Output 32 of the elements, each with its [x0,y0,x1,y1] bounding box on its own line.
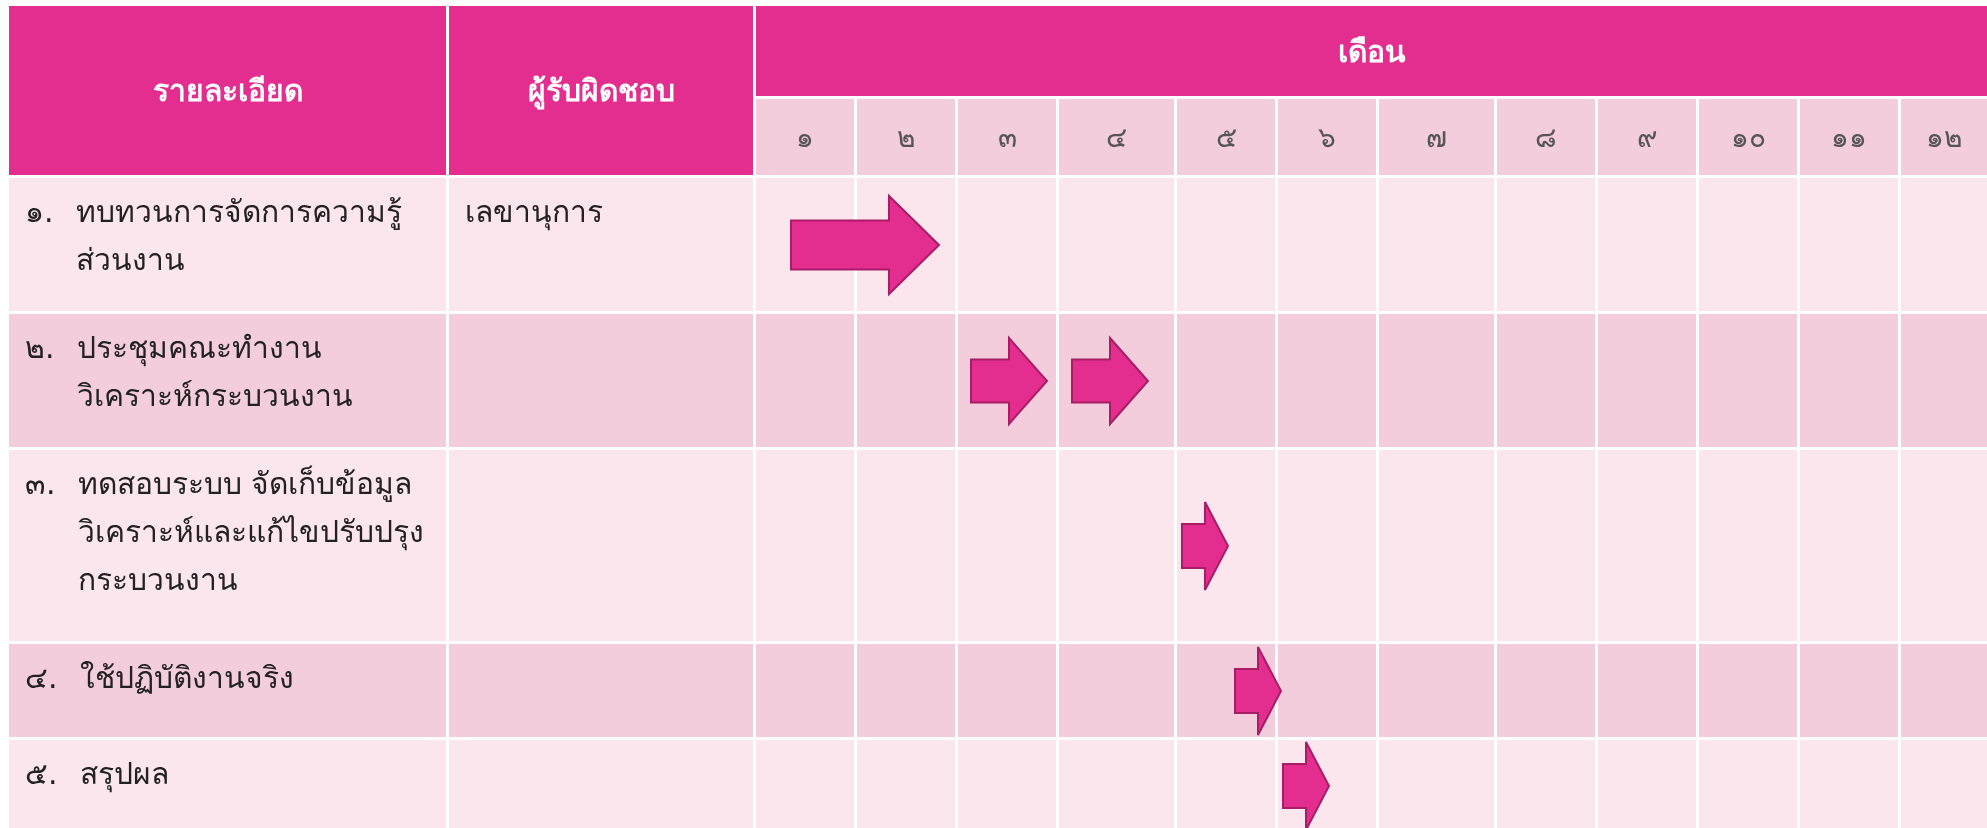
arrow-icon [970,336,1048,425]
task-description: ใช้ปฏิบัติงานจริง [79,659,294,697]
month-header: ๑๒ [1901,99,1987,175]
arrow-icon [1071,336,1149,425]
month-header: ๑๑ [1800,99,1898,175]
month-header: ๘ [1497,99,1595,175]
item-number: ๑. [25,193,54,231]
month-header: ๙ [1598,99,1696,175]
item-number: ๔. [25,659,58,697]
month-header: ๔ [1059,99,1174,175]
month-header: ๖ [1278,99,1376,175]
arrow-icon [1181,500,1229,591]
month-header: ๗ [1379,99,1494,175]
month-header: ๑ [756,99,854,175]
arrow-icon [790,194,940,295]
item-number: ๒. [25,329,55,367]
month-header: ๕ [1177,99,1275,175]
arrow-icon [1282,741,1330,828]
month-header: ๒ [857,99,955,175]
item-number: ๓. [25,465,56,503]
column-header: ผู้รับผิดชอบ [449,6,753,175]
month-header: ๓ [958,99,1056,175]
task-description: สรุปผล [79,755,169,795]
month-header: ๑๐ [1699,99,1797,175]
task-description: ทบทวนการจัดการความรู้ส่วนงาน [75,193,403,279]
column-header: เดือน [756,6,1987,96]
task-description: ประชุมคณะทำงาน วิเคราะห์กระบวนงาน [76,329,354,415]
task-description: ทดสอบระบบ จัดเก็บข้อมูล วิเคราะห์และแก้ไขปรับปรุง กระบวนงาน [77,464,425,599]
owner-name: เลขานุการ [465,194,603,229]
arrow-icon [1234,645,1282,736]
item-number: ๕. [25,755,58,793]
column-header: รายละเอียด [9,6,446,175]
